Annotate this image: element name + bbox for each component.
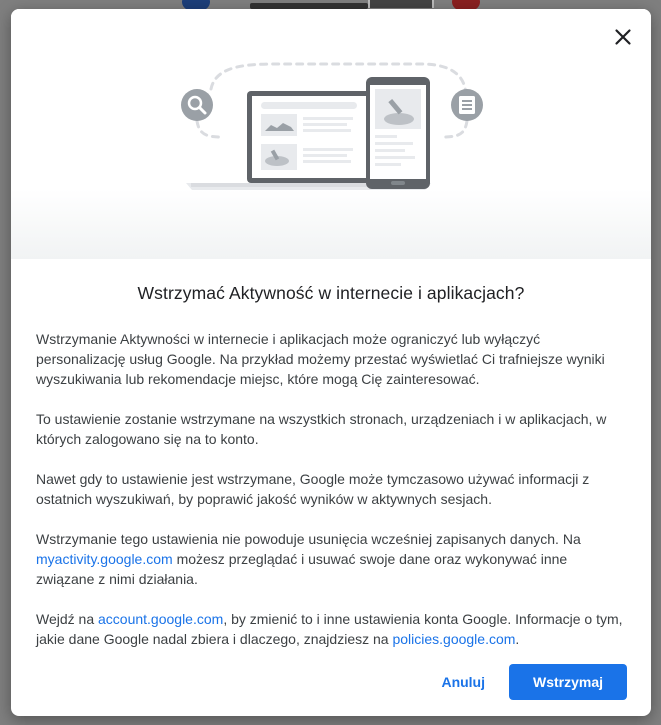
dialog-title: Wstrzymać Aktywność w internecie i aplik… <box>137 283 525 303</box>
account-link[interactable]: account.google.com <box>98 611 223 627</box>
dialog-hero-illustration <box>11 9 651 259</box>
close-icon[interactable] <box>611 25 635 49</box>
close-button[interactable] <box>611 25 635 49</box>
body-paragraph: Wstrzymanie Aktywności w internecie i ap… <box>36 331 605 387</box>
pause-activity-dialog: Wstrzymać Aktywność w internecie i aplik… <box>11 9 651 716</box>
phone-illustration <box>366 77 430 189</box>
body-paragraph: Wejdź na account.google.com, by zmienić … <box>36 609 626 649</box>
document-icon <box>451 89 483 121</box>
dialog-actions: Anuluj Wstrzymaj <box>425 664 627 700</box>
cancel-button[interactable]: Anuluj <box>425 664 501 700</box>
dialog-body: Wstrzymanie Aktywności w internecie i ap… <box>36 329 626 669</box>
pause-button[interactable]: Wstrzymaj <box>509 664 627 700</box>
body-paragraph: Wstrzymanie tego ustawienia nie powoduje… <box>36 529 626 589</box>
background-bar <box>368 0 434 8</box>
policies-link[interactable]: policies.google.com <box>392 631 515 647</box>
body-paragraph: To ustawienie zostanie wstrzymane na wsz… <box>36 411 607 447</box>
body-paragraph: Nawet gdy to ustawienie jest wstrzymane,… <box>36 471 590 507</box>
search-icon <box>181 89 213 121</box>
paragraph-text: Wejdź na <box>36 611 98 627</box>
paragraph-text: Wstrzymanie tego ustawienia nie powoduje… <box>36 531 581 547</box>
myactivity-link[interactable]: myactivity.google.com <box>36 551 173 567</box>
paragraph-text: . <box>515 631 520 647</box>
